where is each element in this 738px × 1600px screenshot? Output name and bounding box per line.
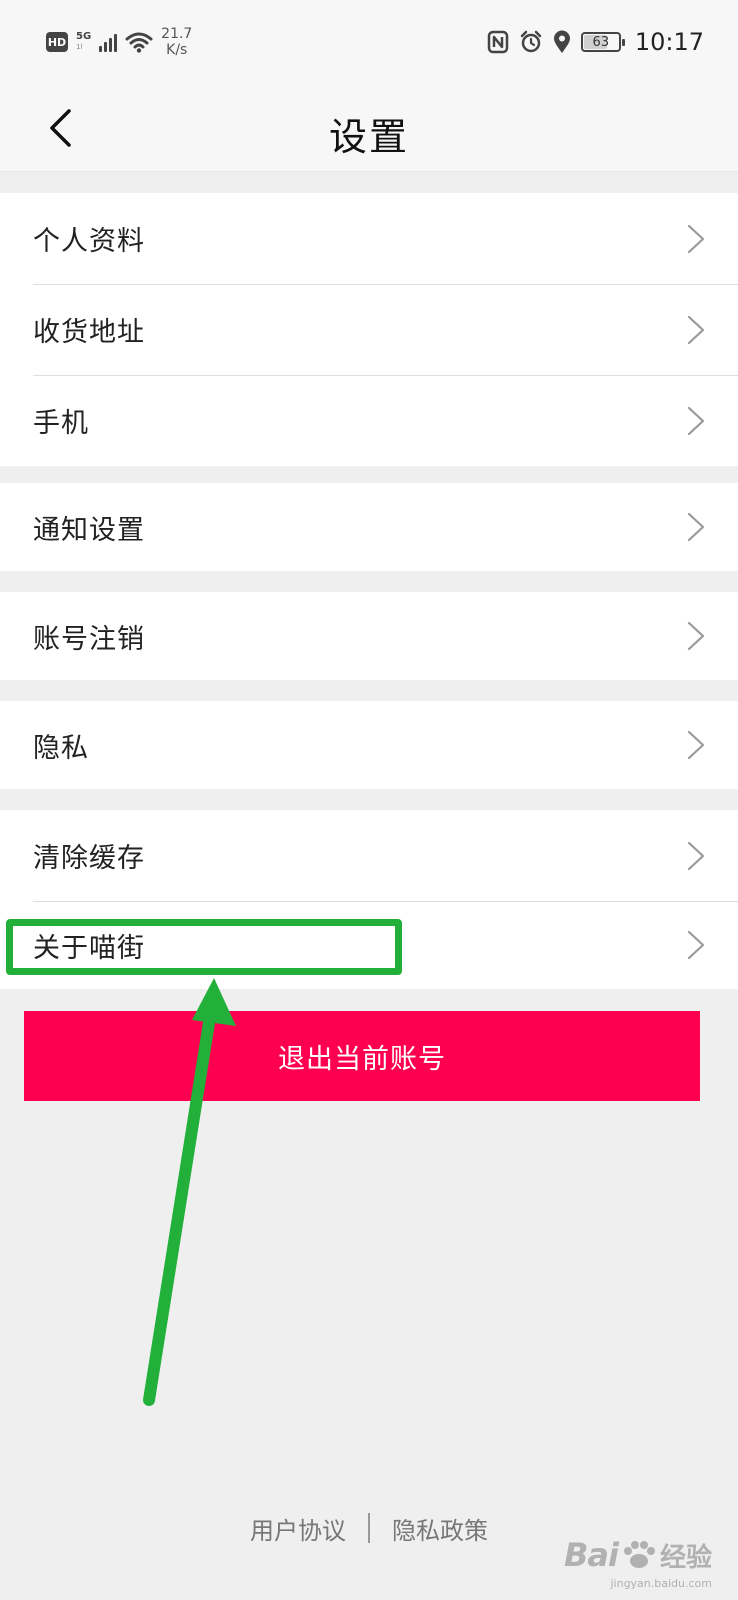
user-agreement-link[interactable]: 用户协议 (250, 1511, 346, 1546)
network-label: 5G (76, 31, 92, 42)
network-sub: 1l (76, 43, 83, 51)
settings-item-address[interactable]: 收货地址 (0, 284, 738, 375)
chevron-right-icon (687, 315, 705, 344)
settings-item-label: 账号注销 (33, 623, 145, 655)
settings-group-privacy: 隐私 (0, 701, 738, 789)
privacy-policy-link[interactable]: 隐私政策 (392, 1511, 488, 1546)
signal-icon (99, 32, 118, 52)
clock: 10:17 (634, 28, 704, 56)
settings-item-label: 通知设置 (33, 514, 145, 546)
settings-item-label: 个人资料 (33, 226, 145, 257)
watermark-suffix: 经验 (659, 1542, 712, 1573)
hd-badge: HD (46, 32, 68, 52)
settings-item-about[interactable]: 关于喵街 (0, 901, 738, 989)
chevron-right-icon (687, 224, 705, 253)
settings-item-profile[interactable]: 个人资料 (0, 193, 738, 284)
settings-item-label: 手机 (33, 408, 89, 439)
settings-item-label: 关于喵街 (33, 932, 145, 964)
chevron-right-icon (687, 621, 705, 651)
page-title: 设置 (328, 115, 409, 159)
nav-bar: 设置 (0, 84, 738, 172)
settings-item-privacy[interactable]: 隐私 (0, 701, 738, 789)
settings-item-deactivate-account[interactable]: 账号注销 (0, 592, 738, 680)
settings-item-label: 隐私 (33, 732, 89, 764)
settings-item-label: 收货地址 (33, 317, 145, 348)
status-right: 63 10:17 (487, 26, 704, 58)
battery-level: 63 (592, 34, 610, 50)
settings-group-notifications: 通知设置 (0, 483, 738, 571)
battery-icon: 63 (580, 32, 625, 52)
status-bar: HD 5G 1l 21.7 K/s 63 10:17 (0, 0, 738, 84)
watermark-url: jingyan.baidu.com (610, 1577, 712, 1590)
chevron-right-icon (687, 841, 705, 870)
logout-button[interactable]: 退出当前账号 (24, 1011, 700, 1101)
speed-value: 21.7 (161, 26, 193, 42)
chevron-right-icon (687, 930, 705, 960)
location-icon (553, 30, 570, 53)
wifi-icon (125, 32, 153, 53)
settings-group-misc: 清除缓存 关于喵街 (0, 810, 738, 989)
chevron-right-icon (687, 730, 705, 760)
settings-item-clear-cache[interactable]: 清除缓存 (0, 810, 738, 901)
baidu-jingyan-watermark: Bai 经验 jingyan.baidu.com (564, 1536, 712, 1590)
settings-group-account: 个人资料 收货地址 手机 (0, 193, 738, 466)
paw-icon (623, 1541, 655, 1568)
settings-group-deactivate: 账号注销 (0, 592, 738, 680)
chevron-right-icon (687, 512, 705, 542)
nfc-icon (487, 30, 509, 54)
footer-divider (368, 1513, 370, 1543)
watermark-brand: Bai (564, 1536, 619, 1574)
settings-item-phone[interactable]: 手机 (0, 375, 738, 466)
chevron-right-icon (687, 406, 705, 435)
settings-item-notifications[interactable]: 通知设置 (0, 483, 738, 571)
status-left: HD 5G 1l 21.7 K/s (46, 24, 192, 60)
speed-unit: K/s (166, 42, 188, 58)
settings-item-label: 清除缓存 (33, 843, 145, 874)
alarm-icon (520, 30, 542, 53)
network-speed: 21.7 K/s (161, 26, 192, 58)
network-type: 5G 1l (76, 32, 91, 52)
